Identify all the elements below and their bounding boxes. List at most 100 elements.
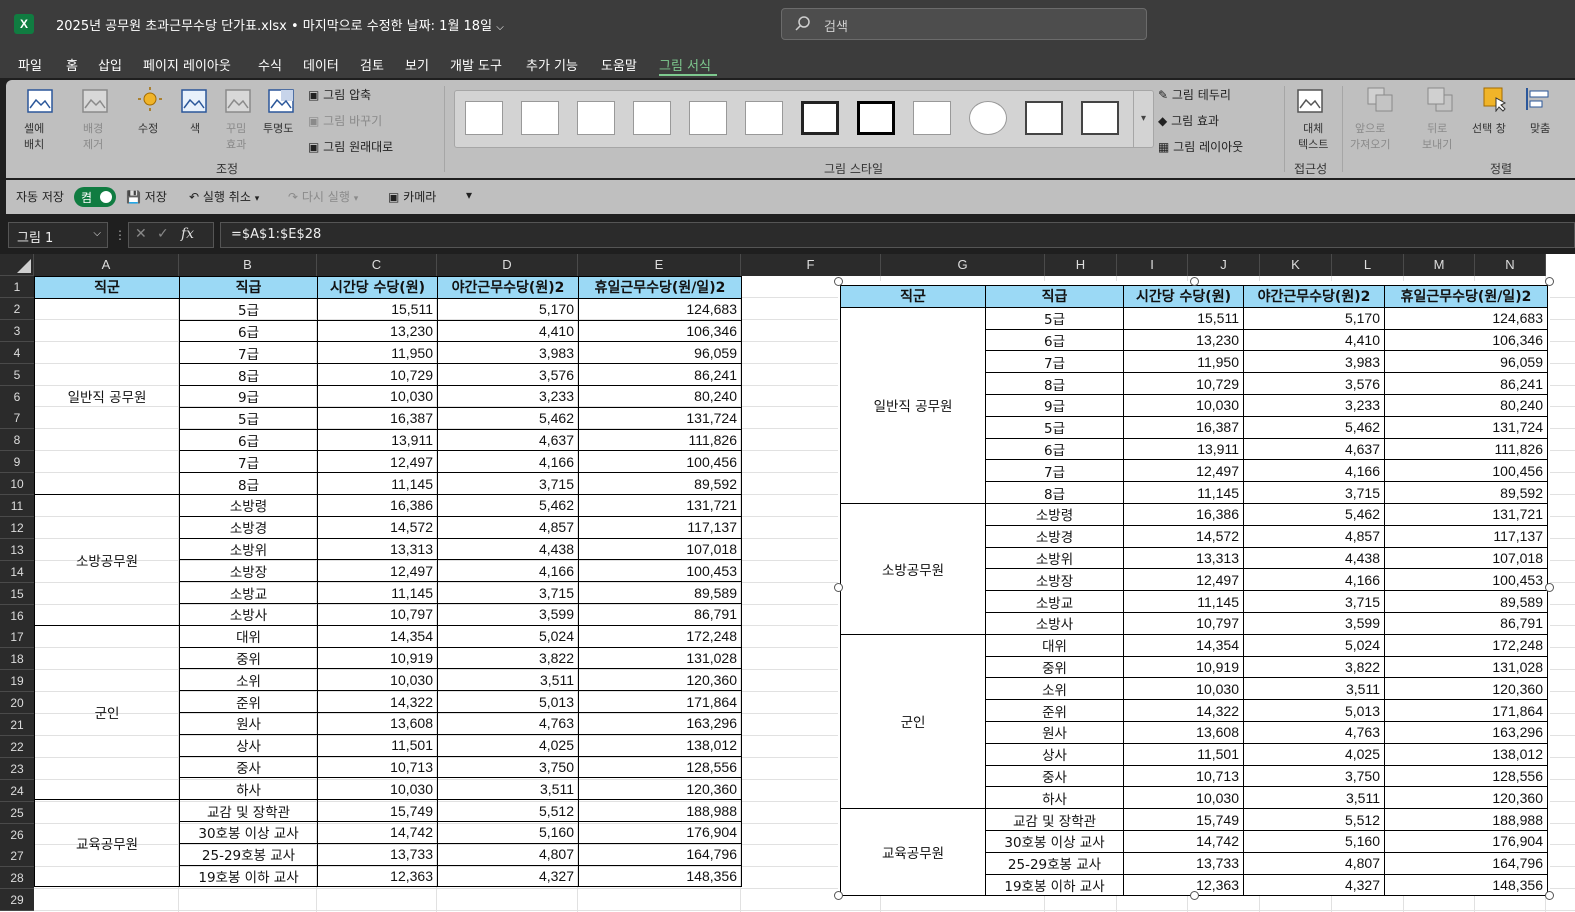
value-cell[interactable]: 15,749 bbox=[317, 799, 438, 822]
column-header[interactable]: H bbox=[1045, 254, 1117, 276]
tab-add-ins[interactable]: 추가 기능 bbox=[526, 55, 578, 74]
worksheet-grid[interactable]: 직군 직급 시간당 수당(원) 야간근무수당(원)2 휴일근무수당(원/일)2 일반직 … bbox=[0, 254, 1575, 912]
row-header[interactable]: 19 bbox=[0, 670, 34, 693]
value-cell[interactable]: 12,363 bbox=[317, 864, 438, 888]
undo-button[interactable]: ↶ 실행 취소 ▾ bbox=[189, 188, 259, 205]
remove-background-button[interactable]: 배경 제거 bbox=[83, 120, 103, 152]
value-cell[interactable]: 188,988 bbox=[578, 799, 742, 822]
row-header[interactable]: 27 bbox=[0, 845, 34, 868]
row-header[interactable]: 29 bbox=[0, 889, 34, 912]
row-header[interactable]: 15 bbox=[0, 582, 34, 605]
tab-review[interactable]: 검토 bbox=[360, 55, 384, 74]
grade-cell[interactable]: 교감 및 장학관 bbox=[179, 799, 318, 822]
value-cell[interactable]: 3,233 bbox=[437, 384, 579, 408]
redo-button[interactable]: ↷ 다시 실행 ▾ bbox=[288, 188, 358, 205]
value-cell[interactable]: 14,322 bbox=[317, 690, 438, 713]
customize-qat-icon[interactable]: ▾ bbox=[466, 188, 472, 202]
column-header[interactable]: G bbox=[881, 254, 1045, 276]
picture-effects-button[interactable]: ◆ 그림 효과 bbox=[1158, 112, 1219, 129]
grade-cell[interactable]: 준위 bbox=[179, 690, 318, 713]
grade-cell[interactable]: 대위 bbox=[179, 624, 318, 648]
resize-handle[interactable] bbox=[834, 583, 843, 592]
grade-cell[interactable]: 하사 bbox=[179, 777, 318, 801]
gallery-more-icon[interactable]: ▾ bbox=[1133, 91, 1153, 147]
value-cell[interactable]: 172,248 bbox=[578, 624, 742, 648]
transparency-button[interactable]: 투명도 bbox=[263, 120, 293, 136]
header-cell[interactable]: 시간당 수당(원) bbox=[317, 276, 438, 299]
value-cell[interactable]: 10,030 bbox=[317, 668, 438, 692]
tab-developer[interactable]: 개발 도구 bbox=[450, 55, 502, 74]
column-header[interactable]: L bbox=[1332, 254, 1404, 276]
value-cell[interactable]: 5,160 bbox=[437, 820, 579, 844]
grade-cell[interactable]: 소위 bbox=[179, 668, 318, 692]
grade-cell[interactable]: 5급 bbox=[179, 297, 318, 321]
value-cell[interactable]: 11,950 bbox=[317, 341, 438, 365]
grade-cell[interactable]: 원사 bbox=[179, 711, 318, 735]
value-cell[interactable]: 13,911 bbox=[317, 428, 438, 452]
value-cell[interactable]: 107,018 bbox=[578, 537, 742, 561]
resize-handle[interactable] bbox=[834, 277, 843, 286]
row-header[interactable]: 3 bbox=[0, 319, 34, 342]
value-cell[interactable]: 4,327 bbox=[437, 864, 579, 888]
value-cell[interactable]: 3,983 bbox=[437, 341, 579, 365]
grade-cell[interactable]: 25-29호봉 교사 bbox=[179, 842, 318, 866]
value-cell[interactable]: 96,059 bbox=[578, 341, 742, 365]
value-cell[interactable]: 3,511 bbox=[437, 668, 579, 692]
grade-cell[interactable]: 19호봉 이하 교사 bbox=[179, 864, 318, 888]
value-cell[interactable]: 89,592 bbox=[578, 472, 742, 495]
row-header[interactable]: 5 bbox=[0, 363, 34, 386]
value-cell[interactable]: 4,438 bbox=[437, 537, 579, 561]
row-header[interactable]: 23 bbox=[0, 757, 34, 780]
column-header[interactable]: C bbox=[317, 254, 437, 276]
grade-cell[interactable]: 상사 bbox=[179, 733, 318, 757]
picture-style-thumbnail[interactable] bbox=[913, 101, 951, 135]
value-cell[interactable]: 15,511 bbox=[317, 297, 438, 321]
value-cell[interactable]: 138,012 bbox=[578, 733, 742, 757]
column-header[interactable]: M bbox=[1404, 254, 1475, 276]
tab-help[interactable]: 도움말 bbox=[601, 55, 637, 74]
picture-style-thumbnail[interactable] bbox=[801, 101, 839, 135]
more-options-icon[interactable]: ⋮ bbox=[114, 228, 126, 242]
picture-style-thumbnail[interactable] bbox=[857, 101, 895, 135]
column-header[interactable]: D bbox=[437, 254, 578, 276]
spreadsheet-table[interactable]: 직군 직급 시간당 수당(원) 야간근무수당(원)2 휴일근무수당(원/일)2 일반직 … bbox=[34, 276, 742, 888]
value-cell[interactable]: 5,462 bbox=[437, 406, 579, 430]
value-cell[interactable]: 148,356 bbox=[578, 864, 742, 888]
value-cell[interactable]: 3,599 bbox=[437, 602, 579, 626]
value-cell[interactable]: 120,360 bbox=[578, 668, 742, 692]
group-cell[interactable]: 교육공무원 bbox=[34, 799, 180, 888]
group-cell[interactable]: 소방공무원 bbox=[34, 493, 180, 626]
row-header[interactable]: 6 bbox=[0, 385, 34, 408]
value-cell[interactable]: 12,497 bbox=[317, 450, 438, 474]
resize-handle[interactable] bbox=[1190, 891, 1199, 900]
grade-cell[interactable]: 소방령 bbox=[179, 493, 318, 517]
value-cell[interactable]: 11,501 bbox=[317, 733, 438, 757]
save-button[interactable]: 💾 저장 bbox=[126, 188, 167, 205]
row-header[interactable]: 10 bbox=[0, 473, 34, 496]
cancel-icon[interactable]: ✕ bbox=[135, 226, 147, 242]
value-cell[interactable]: 124,683 bbox=[578, 297, 742, 321]
row-header[interactable]: 21 bbox=[0, 714, 34, 736]
picture-layout-button[interactable]: ▦ 그림 레이아웃 bbox=[1158, 138, 1243, 155]
grade-cell[interactable]: 6급 bbox=[179, 428, 318, 452]
alt-text-button[interactable]: 대체 텍스트 bbox=[1298, 120, 1328, 152]
row-header[interactable]: 18 bbox=[0, 648, 34, 671]
value-cell[interactable]: 106,346 bbox=[578, 319, 742, 343]
tab-formulas[interactable]: 수식 bbox=[258, 55, 282, 74]
resize-handle[interactable] bbox=[1545, 891, 1554, 900]
row-header[interactable]: 17 bbox=[0, 626, 34, 649]
row-header[interactable]: 12 bbox=[0, 516, 34, 539]
value-cell[interactable]: 5,170 bbox=[437, 297, 579, 321]
value-cell[interactable]: 5,512 bbox=[437, 799, 579, 822]
value-cell[interactable]: 4,637 bbox=[437, 428, 579, 452]
value-cell[interactable]: 11,145 bbox=[317, 581, 438, 604]
value-cell[interactable]: 13,608 bbox=[317, 711, 438, 735]
grade-cell[interactable]: 5급 bbox=[179, 406, 318, 430]
value-cell[interactable]: 100,453 bbox=[578, 559, 742, 583]
value-cell[interactable]: 12,497 bbox=[317, 559, 438, 583]
value-cell[interactable]: 5,462 bbox=[437, 493, 579, 517]
value-cell[interactable]: 5,013 bbox=[437, 690, 579, 713]
header-cell[interactable]: 휴일근무수당(원/일)2 bbox=[578, 276, 742, 299]
value-cell[interactable]: 131,721 bbox=[578, 493, 742, 517]
header-cell[interactable]: 야간근무수당(원)2 bbox=[437, 276, 579, 299]
